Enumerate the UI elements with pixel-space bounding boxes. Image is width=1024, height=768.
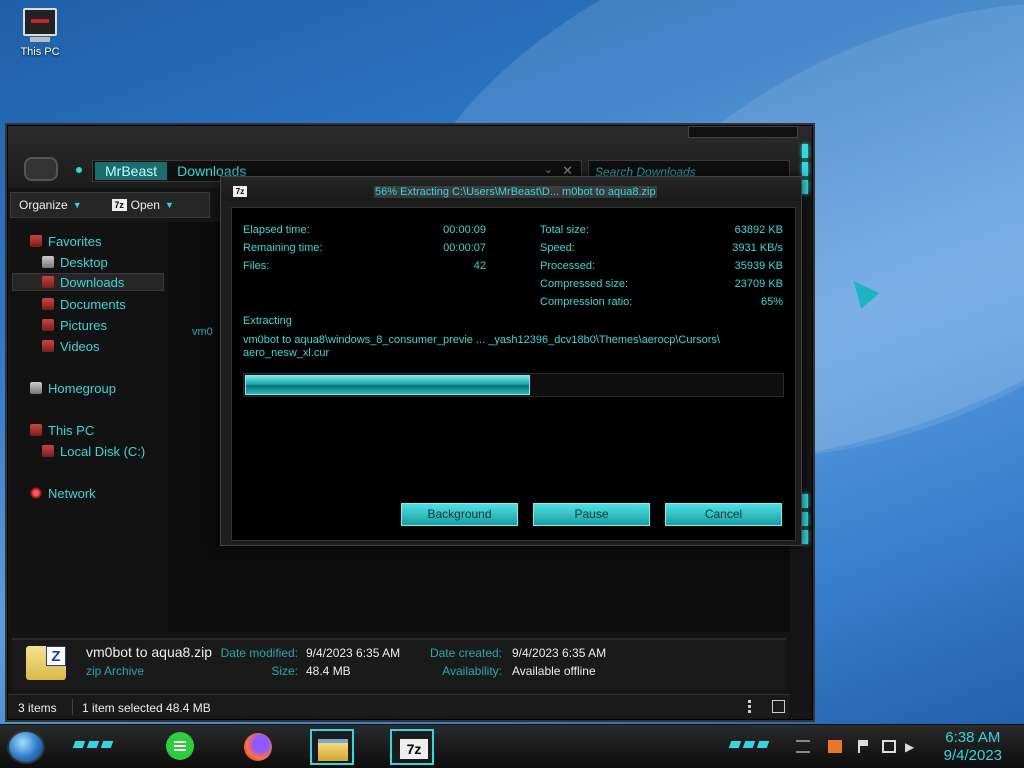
navigation-pane: Favorites Desktop Downloads Documents Pi… [10, 222, 168, 632]
compression-ratio: 65% [760, 296, 783, 308]
file-count: 42 [473, 260, 486, 272]
organize-button[interactable]: Organize ▼ [11, 193, 90, 217]
taskbar-7zip[interactable]: 7z [390, 729, 434, 765]
dialog-title: 56% Extracting C:\Users\MrBeast\D... m0b… [374, 186, 657, 198]
7zip-icon: 7z [233, 186, 247, 197]
progress-bar [243, 373, 784, 397]
nav-favorites[interactable]: Favorites [30, 232, 101, 250]
progress-fill [245, 375, 530, 395]
nav-this-pc[interactable]: This PC [30, 421, 94, 439]
show-hidden-icons[interactable] [796, 740, 810, 753]
file-name: vm0bot to aqua8.zip [86, 644, 213, 660]
open-button[interactable]: 7z Open ▼ [104, 193, 182, 217]
total-size: 63892 KB [734, 224, 783, 236]
7zip-icon: 7z [400, 739, 428, 759]
desktop-icon-label: This PC [20, 46, 60, 58]
caret-down-icon: ▼ [72, 200, 82, 210]
speed: 3931 KB/s [732, 242, 783, 254]
nav-desktop[interactable]: Desktop [42, 253, 108, 271]
network-icon [30, 487, 42, 499]
remaining-time: 00:00:07 [443, 242, 486, 254]
nav-pictures[interactable]: Pictures [42, 316, 107, 334]
caret-down-icon: ▼ [164, 200, 174, 210]
nav-local-disk[interactable]: Local Disk (C:) [42, 442, 145, 460]
preview-view-icon[interactable] [772, 700, 785, 713]
elapsed-time: 00:00:09 [443, 224, 486, 236]
taskbar-file-explorer[interactable] [310, 729, 354, 765]
extraction-dialog: 7z 56% Extracting C:\Users\MrBeast\D... … [220, 176, 802, 546]
zip-archive-icon: Z [26, 646, 66, 680]
downloads-icon [42, 276, 54, 288]
current-file-path: vm0bot to aqua8\windows_8_consumer_previ… [243, 334, 720, 359]
drive-icon [42, 445, 54, 457]
forward-dot-icon [76, 167, 82, 173]
computer-icon [30, 424, 42, 436]
taskbar-clock[interactable]: 6:38 AM 9/4/2023 [944, 729, 1002, 765]
cancel-button[interactable]: Cancel [665, 503, 782, 526]
dialog-body: Elapsed time: 00:00:09 Remaining time: 0… [231, 207, 796, 541]
breadcrumb-mrbeast[interactable]: MrBeast [95, 162, 168, 180]
network-tray-icon[interactable] [882, 740, 896, 753]
notes-icon [166, 732, 194, 760]
date-modified: 9/4/2023 6:35 AM [306, 646, 401, 660]
monitor-icon [23, 8, 57, 36]
file-size: 48.4 MB [306, 664, 351, 678]
start-button[interactable] [7, 730, 45, 764]
details-pane: Z vm0bot to aqua8.zip zip Archive Date m… [12, 638, 786, 690]
details-view-icon[interactable] [748, 700, 751, 713]
desktop-icon [42, 256, 54, 268]
compressed-size: 23709 KB [734, 278, 783, 290]
clock-date: 9/4/2023 [943, 747, 1002, 764]
nav-downloads[interactable]: Downloads [12, 273, 164, 291]
file-type: zip Archive [86, 664, 145, 678]
star-icon [30, 235, 42, 247]
nav-network[interactable]: Network [30, 484, 96, 502]
back-button[interactable] [24, 157, 58, 181]
status-bar: 3 items 1 item selected 48.4 MB [8, 694, 790, 718]
videos-icon [42, 340, 54, 352]
tray-app-icon[interactable] [828, 740, 842, 753]
taskbar-notes-app[interactable] [160, 729, 204, 765]
folder-icon [318, 739, 348, 761]
nav-homegroup[interactable]: Homegroup [30, 379, 116, 397]
documents-icon [42, 298, 54, 310]
list-item[interactable]: vm0 [192, 326, 213, 338]
background-button[interactable]: Background [401, 503, 518, 526]
selection-status: 1 item selected 48.4 MB [82, 701, 211, 715]
volume-icon[interactable]: ▶ [905, 740, 919, 754]
chevron-down-icon[interactable]: ⌄ [544, 163, 553, 176]
taskbar-firefox[interactable] [238, 729, 282, 765]
taskbar: 7z ▶ 6:38 AM 9/4/2023 [0, 724, 1024, 768]
flag-icon[interactable] [858, 740, 868, 753]
pause-button[interactable]: Pause [533, 503, 650, 526]
availability: Available offline [512, 664, 596, 678]
explorer-toolbar: Organize ▼ 7z Open ▼ [10, 192, 210, 218]
clock-time: 6:38 AM [945, 729, 1001, 746]
processed: 35939 KB [734, 260, 783, 272]
7zip-icon: 7z [111, 199, 127, 211]
dialog-titlebar[interactable]: 7z 56% Extracting C:\Users\MrBeast\D... … [221, 177, 801, 201]
nav-documents[interactable]: Documents [42, 295, 126, 313]
action-label: Extracting [243, 315, 292, 327]
desktop-icon-this-pc[interactable]: This PC [14, 8, 66, 58]
date-created: 9/4/2023 6:35 AM [512, 646, 607, 660]
item-count: 3 items [18, 701, 57, 715]
nav-videos[interactable]: Videos [42, 337, 100, 355]
homegroup-icon [30, 382, 42, 394]
pictures-icon [42, 319, 54, 331]
firefox-icon [244, 733, 272, 761]
